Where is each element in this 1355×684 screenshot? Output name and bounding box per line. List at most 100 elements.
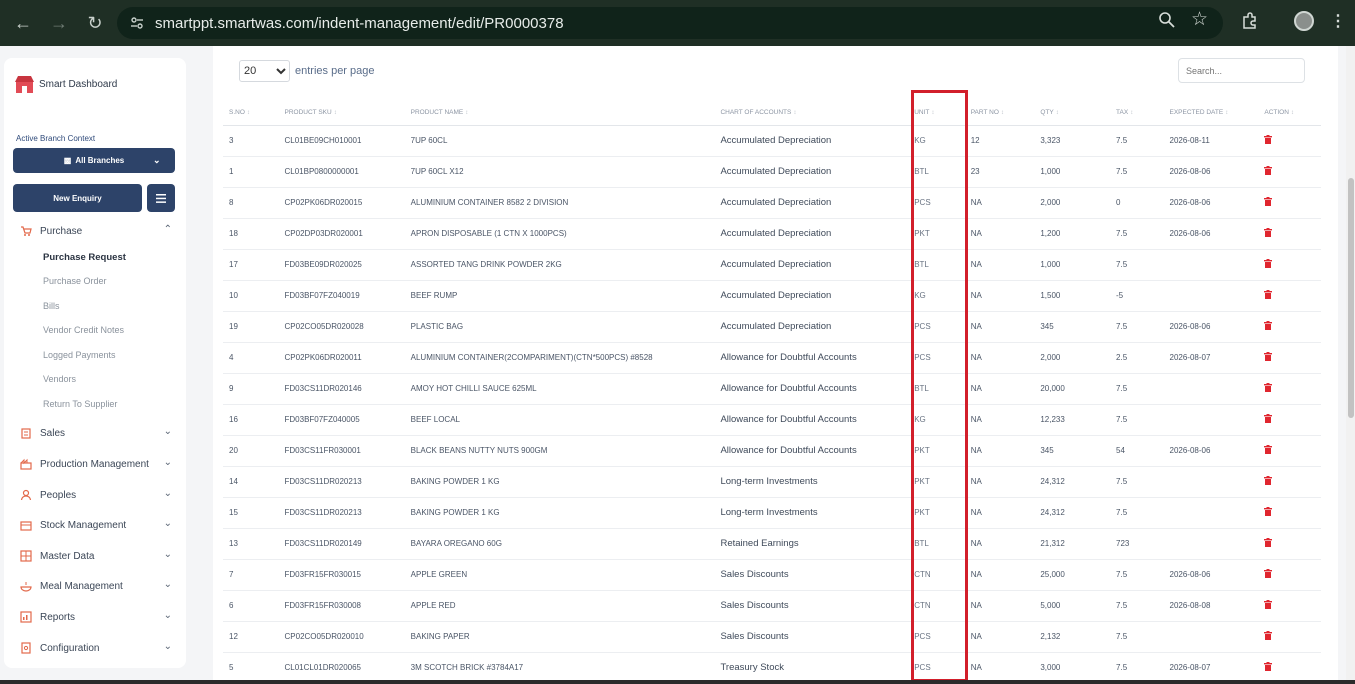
delete-trash-icon[interactable] (1264, 166, 1273, 175)
scrollbar-thumb[interactable] (1348, 178, 1354, 418)
cell-chart-of-accounts: Treasury Stock (714, 652, 909, 684)
cell-unit: PCS (908, 187, 965, 219)
delete-trash-icon[interactable] (1264, 197, 1273, 206)
delete-trash-icon[interactable] (1264, 631, 1273, 640)
cell-chart-of-accounts: Sales Discounts (714, 621, 909, 653)
entries-per-page-select[interactable]: 20 (239, 60, 290, 82)
chevron-down-icon: ⌄ (163, 610, 172, 621)
sidebar-sub-vendor-credit-notes[interactable]: Vendor Credit Notes (43, 325, 124, 335)
sort-icon[interactable]: ↕ (1225, 110, 1228, 116)
delete-trash-icon[interactable] (1264, 228, 1273, 237)
cell-product-name: APRON DISPOSABLE (1 CTN X 1000PCS) (404, 218, 715, 250)
header-expected-date[interactable]: EXPECTED DATE ↕ (1163, 100, 1259, 126)
delete-trash-icon[interactable] (1264, 352, 1273, 361)
delete-trash-icon[interactable] (1264, 259, 1273, 268)
sort-icon[interactable]: ↕ (334, 110, 337, 116)
cell-tax: 723 (1110, 528, 1164, 560)
branch-selector[interactable]: ▩ All Branches ⌄ (13, 148, 175, 173)
header-chart-of-accounts[interactable]: CHART OF ACCOUNTS ↕ (714, 100, 909, 126)
chevron-up-icon: ⌃ (163, 224, 172, 235)
cell-sku: CL01BE09CH010001 (278, 125, 405, 157)
sort-icon[interactable]: ↕ (931, 110, 934, 116)
cell-unit: CTN (908, 559, 965, 591)
bookmark-star-icon[interactable]: ☆ (1191, 10, 1208, 29)
delete-trash-icon[interactable] (1264, 476, 1273, 485)
cell-part-no: NA (964, 621, 1035, 653)
sidebar-item-peoples[interactable]: Peoples ⌄ (20, 488, 172, 501)
sort-icon[interactable]: ↕ (247, 110, 250, 116)
sidebar-item-production-management[interactable]: Production Management ⌄ (20, 457, 172, 470)
header-action[interactable]: ACTION ↕ (1258, 100, 1321, 126)
delete-trash-icon[interactable] (1264, 383, 1273, 392)
header-unit[interactable]: UNIT ↕ (908, 100, 965, 126)
cell-action (1258, 559, 1321, 591)
sidebar-sub-return-to-supplier[interactable]: Return To Supplier (43, 399, 117, 409)
sort-icon[interactable]: ↕ (1130, 110, 1133, 116)
sidebar-sub-purchase-request[interactable]: Purchase Request (43, 252, 126, 263)
header-qty[interactable]: QTY ↕ (1034, 100, 1111, 126)
delete-trash-icon[interactable] (1264, 445, 1273, 454)
header-label: UNIT (914, 108, 930, 116)
bottom-strip (0, 680, 1355, 684)
delete-trash-icon[interactable] (1264, 321, 1273, 330)
delete-trash-icon[interactable] (1264, 507, 1273, 516)
header-tax[interactable]: TAX ↕ (1110, 100, 1164, 126)
delete-trash-icon[interactable] (1264, 569, 1273, 578)
cell-unit: CTN (908, 590, 965, 622)
cell-action (1258, 218, 1321, 250)
sidebar-sub-vendors[interactable]: Vendors (43, 374, 76, 384)
sidebar-sub-logged-payments[interactable]: Logged Payments (43, 350, 116, 360)
cell-chart-of-accounts: Allowance for Doubtful Accounts (714, 373, 909, 405)
cell-chart-of-accounts: Allowance for Doubtful Accounts (714, 435, 909, 467)
cell-part-no: NA (964, 559, 1035, 591)
sidebar-item-configuration[interactable]: Configuration ⌄ (20, 641, 172, 654)
sidebar-item-master-data[interactable]: Master Data ⌄ (20, 549, 172, 562)
cell-part-no: 12 (964, 125, 1035, 157)
cell-product-name: ASSORTED TANG DRINK POWDER 2KG (404, 249, 715, 281)
new-enquiry-button[interactable]: New Enquiry (13, 184, 142, 212)
cell-expected-date (1163, 249, 1259, 281)
address-bar[interactable]: smartppt.smartwas.com/indent-management/… (117, 7, 1223, 39)
sort-icon[interactable]: ↕ (465, 110, 468, 116)
cell-sno: 18 (223, 218, 279, 250)
header-product-name[interactable]: PRODUCT NAME ↕ (404, 100, 715, 126)
zoom-icon[interactable] (1158, 11, 1176, 29)
delete-trash-icon[interactable] (1264, 600, 1273, 609)
sort-icon[interactable]: ↕ (793, 110, 796, 116)
site-info-icon[interactable] (129, 15, 145, 31)
reload-icon[interactable]: ↻ (78, 6, 112, 40)
sidebar-item-sales[interactable]: Sales ⌄ (20, 426, 172, 439)
sidebar-item-stock-management[interactable]: Stock Management ⌄ (20, 518, 172, 531)
header-product-sku[interactable]: PRODUCT SKU ↕ (278, 100, 405, 126)
table-row: 3 CL01BE09CH010001 7UP 60CL Accumulated Dep… (223, 125, 1321, 157)
sidebar-sub-purchase-order[interactable]: Purchase Order (43, 276, 107, 286)
header-part-no[interactable]: PART NO ↕ (964, 100, 1035, 126)
cell-sku: FD03BE09DR020025 (278, 249, 405, 281)
sidebar-item-meal-management[interactable]: Meal Management ⌄ (20, 579, 172, 592)
cell-part-no: NA (964, 218, 1035, 250)
table-row: 19 CP02CO05DR020028 PLASTIC BAG Accumulated… (223, 311, 1321, 343)
table-row: 16 FD03BF07FZ040005 BEEF LOCAL Allowance fo… (223, 404, 1321, 436)
header-sno[interactable]: S.NO ↕ (223, 100, 279, 126)
cell-sno: 19 (223, 311, 279, 343)
sidebar-sub-bills[interactable]: Bills (43, 301, 60, 311)
brand[interactable]: Smart Dashboard (14, 74, 117, 95)
forward-icon[interactable]: → (42, 6, 76, 40)
extensions-icon[interactable] (1240, 11, 1260, 31)
sort-icon[interactable]: ↕ (1056, 110, 1059, 116)
search-input[interactable] (1178, 58, 1305, 83)
delete-trash-icon[interactable] (1264, 135, 1273, 144)
back-icon[interactable]: ← (6, 6, 40, 40)
cell-unit: PKT (908, 218, 965, 250)
hamburger-menu-button[interactable] (147, 184, 175, 212)
sort-icon[interactable]: ↕ (1291, 110, 1294, 116)
delete-trash-icon[interactable] (1264, 290, 1273, 299)
more-menu-icon[interactable]: ⋮ (1330, 11, 1346, 31)
delete-trash-icon[interactable] (1264, 662, 1273, 671)
sort-icon[interactable]: ↕ (1001, 110, 1004, 116)
sidebar-item-reports[interactable]: Reports ⌄ (20, 610, 172, 623)
profile-avatar[interactable] (1294, 11, 1314, 31)
delete-trash-icon[interactable] (1264, 538, 1273, 547)
sidebar-item-purchase[interactable]: Purchase ⌃ (20, 224, 172, 237)
delete-trash-icon[interactable] (1264, 414, 1273, 423)
